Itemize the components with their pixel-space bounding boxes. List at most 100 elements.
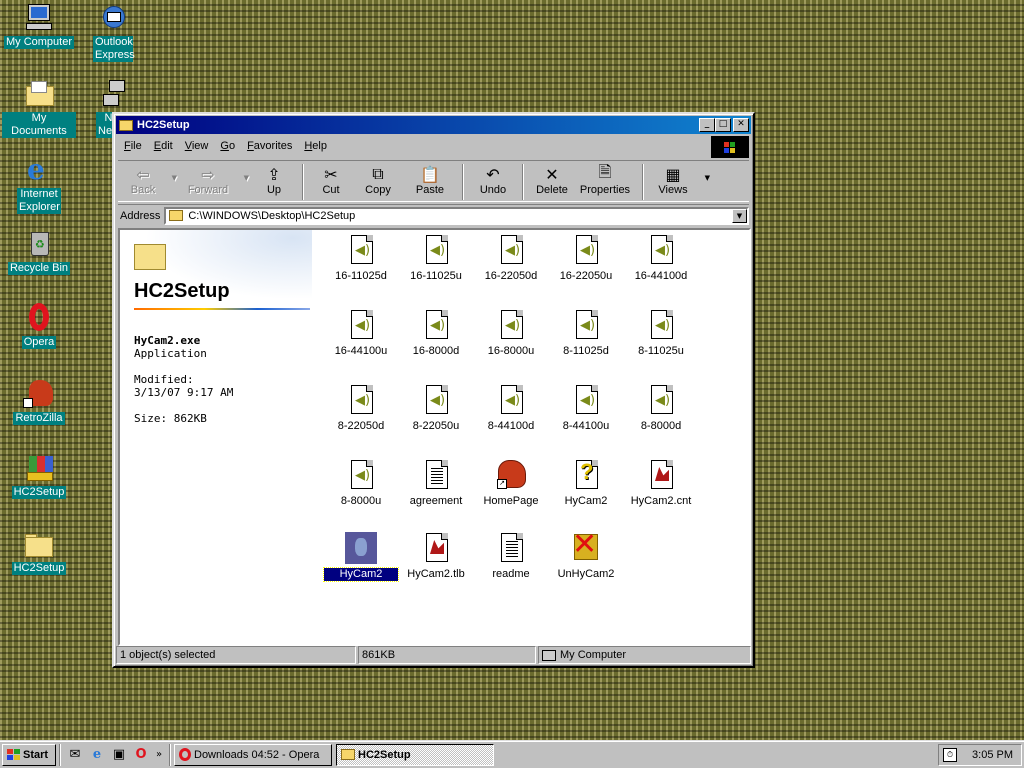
chevron-down-icon[interactable]: ▼ — [705, 174, 710, 182]
address-label: Address — [120, 209, 161, 222]
file-item-wave[interactable]: ◀) 16-44100u — [324, 309, 398, 358]
desktop-icon-retrozilla[interactable]: ↗ RetroZilla — [2, 378, 76, 425]
chevron-down-icon[interactable]: ▼ — [732, 208, 747, 223]
desktop-icon-opera[interactable]: Opera — [2, 302, 76, 349]
desktop-icon-my-documents[interactable]: My Documents — [2, 78, 76, 138]
clipboard-icon: 📋 — [420, 164, 440, 184]
menu-favorites[interactable]: Favorites — [241, 140, 298, 152]
back-button[interactable]: ⇦ Back ▼ — [120, 164, 177, 197]
folder-icon — [134, 244, 166, 270]
paste-button[interactable]: 📋 Paste — [404, 164, 456, 197]
taskbar-separator — [169, 743, 171, 766]
menu-view[interactable]: View — [179, 140, 215, 152]
sound-file-icon: ◀) — [645, 384, 677, 416]
file-item-wave[interactable]: ◀) 8-8000u — [324, 459, 398, 508]
folder-icon — [23, 528, 55, 560]
file-item-wave[interactable]: ◀) 16-22050u — [549, 234, 623, 283]
folder-view[interactable]: HC2Setup HyCam2.exe Application Modified… — [118, 228, 751, 646]
close-button[interactable]: ✕ — [733, 118, 749, 132]
views-button[interactable]: ▦ Views ▼ — [650, 164, 710, 197]
file-item-wave[interactable]: ◀) 16-22050d — [474, 234, 548, 283]
file-item-wave[interactable]: ◀) 16-11025u — [399, 234, 473, 283]
file-item-wave[interactable]: ◀) 8-22050d — [324, 384, 398, 433]
file-item-wave[interactable]: ◀) 16-8000d — [399, 309, 473, 358]
menu-edit[interactable]: Edit — [148, 140, 179, 152]
opera-icon — [23, 302, 55, 334]
task-button-hc2setup[interactable]: HC2Setup — [336, 743, 494, 766]
file-item-hycam2-exe[interactable]: HyCam2 — [323, 532, 399, 582]
file-item-wave[interactable]: ◀) 8-44100d — [474, 384, 548, 433]
quicklaunch-more-icon[interactable]: » — [152, 744, 166, 766]
file-item-wave[interactable]: ◀) 16-11025d — [324, 234, 398, 283]
desktop-icon-hc2setup-installer[interactable]: HC2Setup — [2, 452, 76, 499]
maximize-button[interactable]: □ — [715, 118, 731, 132]
file-item-hycam2-help[interactable]: ? HyCam2 — [549, 459, 623, 508]
sound-file-icon: ◀) — [570, 309, 602, 341]
desktop-icon-label: My Documents — [2, 112, 76, 138]
file-item-wave[interactable]: ◀) 8-11025u — [624, 309, 698, 358]
modified-label: Modified: — [134, 373, 194, 386]
up-button[interactable]: ⇪ Up — [252, 164, 296, 197]
file-item-wave[interactable]: ◀) 16-44100d — [624, 234, 698, 283]
show-desktop-icon[interactable]: ▣ — [108, 744, 130, 766]
clock[interactable]: 3:05 PM — [972, 749, 1013, 761]
file-item-wave[interactable]: ◀) 8-44100u — [549, 384, 623, 433]
scheduler-icon[interactable]: ⏱ — [943, 748, 957, 762]
system-tray: ⏱ 3:05 PM — [938, 744, 1022, 766]
file-item-homepage[interactable]: ↗ HomePage — [474, 459, 548, 508]
toolbar-separator — [462, 164, 464, 200]
chevron-down-icon[interactable]: ▼ — [244, 174, 249, 182]
cut-button[interactable]: ✂ Cut — [310, 164, 352, 197]
opera-quicklaunch-icon[interactable]: O — [130, 744, 152, 766]
desktop-icon-hc2setup-folder[interactable]: HC2Setup — [2, 528, 76, 575]
web-view-panel: HC2Setup HyCam2.exe Application Modified… — [120, 230, 312, 644]
start-button[interactable]: Start — [2, 743, 56, 766]
properties-button[interactable]: 🗎 Properties — [574, 162, 636, 197]
menu-file[interactable]: File — [118, 140, 148, 152]
toolbar-separator — [302, 164, 304, 200]
menu-help[interactable]: Help — [298, 140, 333, 152]
text-document-icon — [495, 532, 527, 564]
file-item-wave[interactable]: ◀) 8-22050u — [399, 384, 473, 433]
outlook-quicklaunch-icon[interactable]: ✉ — [64, 744, 86, 766]
text-document-icon — [420, 459, 452, 491]
setup-installer-icon — [23, 452, 55, 484]
desktop-icon-recycle-bin[interactable]: ♻ Recycle Bin — [2, 228, 76, 275]
file-item-agreement[interactable]: agreement — [399, 459, 473, 508]
desktop-icon-outlook-express[interactable]: Outlook Express — [76, 2, 150, 62]
file-item-wave[interactable]: ◀) 8-8000d — [624, 384, 698, 433]
file-item-wave[interactable]: ◀) 16-8000u — [474, 309, 548, 358]
windows-logo-icon — [6, 749, 20, 761]
network-neighborhood-icon — [97, 78, 129, 110]
explorer-window[interactable]: HC2Setup _ □ ✕ File Edit View Go Favorit… — [112, 112, 755, 668]
desktop-icon-internet-explorer[interactable]: e Internet Explorer — [2, 154, 76, 214]
copy-button[interactable]: ⧉ Copy — [352, 164, 404, 196]
sound-file-icon: ◀) — [345, 459, 377, 491]
file-item-unhycam2[interactable]: ✕ UnHyCam2 — [549, 530, 623, 581]
desktop-icon-my-computer[interactable]: My Computer — [2, 2, 76, 49]
task-button-opera[interactable]: Downloads 04:52 - Opera — [174, 743, 332, 766]
toolbar-separator — [522, 164, 524, 200]
copy-icon: ⧉ — [372, 164, 384, 183]
minimize-button[interactable]: _ — [699, 118, 715, 132]
delete-button[interactable]: ✕ Delete — [530, 164, 574, 197]
undo-icon: ↶ — [486, 164, 500, 184]
help-file-icon: ? — [570, 459, 602, 491]
address-field[interactable]: C:\WINDOWS\Desktop\HC2Setup ▼ — [164, 206, 749, 225]
file-item-hycam2-tlb[interactable]: HyCam2.tlb — [399, 532, 473, 581]
undo-button[interactable]: ↶ Undo — [470, 164, 516, 197]
title-bar[interactable]: HC2Setup _ □ ✕ — [116, 116, 751, 134]
file-item-wave[interactable]: ◀) 8-11025d — [549, 309, 623, 358]
internet-explorer-quicklaunch-icon[interactable]: e — [86, 744, 108, 766]
chevron-down-icon[interactable]: ▼ — [172, 174, 177, 182]
menu-go[interactable]: Go — [214, 140, 241, 152]
address-bar: Address C:\WINDOWS\Desktop\HC2Setup ▼ — [118, 204, 749, 226]
file-item-readme[interactable]: readme — [474, 532, 548, 581]
desktop-icon-label: My Computer — [3, 36, 75, 49]
sound-file-icon: ◀) — [495, 234, 527, 266]
forward-button[interactable]: ⇨ Forward ▼ — [178, 164, 249, 197]
my-documents-icon — [23, 78, 55, 110]
file-item-hycam2-cnt[interactable]: HyCam2.cnt — [624, 459, 698, 508]
desktop-icon-label: Outlook Express — [93, 36, 135, 62]
delete-x-icon: ✕ — [545, 164, 559, 184]
